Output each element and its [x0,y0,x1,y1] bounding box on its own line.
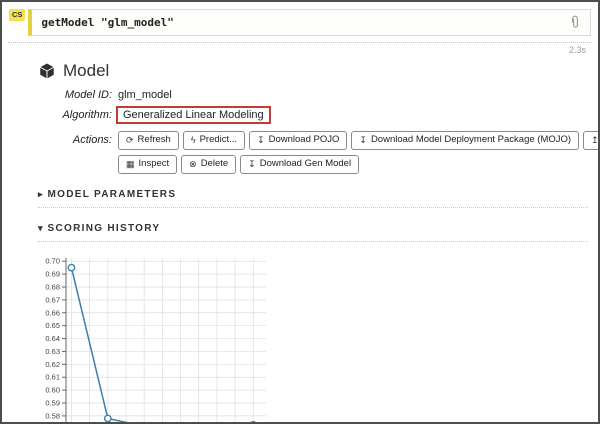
algorithm-label: Algorithm: [62,109,112,121]
svg-text:0.65: 0.65 [45,321,60,330]
svg-text:0.69: 0.69 [45,269,60,278]
svg-text:0.70: 0.70 [45,256,60,265]
download-icon: ↧ [248,159,256,170]
code-input[interactable]: getModel "glm_model" [41,16,569,29]
scoring-history-heading: SCORING HISTORY [47,222,161,234]
download-icon: ↧ [257,135,265,146]
svg-text:0.61: 0.61 [45,372,60,381]
svg-text:0.62: 0.62 [45,359,60,368]
model-output: Model Model ID: glm_model Algorithm: Gen… [38,61,598,422]
algorithm-field: Algorithm: Generalized Linear Modeling [38,106,588,124]
model-header: Model [38,61,588,81]
model-id-value: glm_model [118,89,172,101]
exec-time: 2.3s [568,45,586,55]
algorithm-highlight-box: Generalized Linear Modeling [116,106,271,124]
download-mojo-button[interactable]: ↧ Download Model Deployment Package (MOJ… [351,131,580,150]
svg-text:0.60: 0.60 [45,385,60,394]
section-model-parameters[interactable]: ▸ MODEL PARAMETERS [38,189,588,208]
scoring-history-chart: 0.570.580.590.600.610.620.630.640.650.66… [45,256,266,422]
model-title: Model [63,61,110,80]
cell-input-box[interactable]: getModel "glm_model" [28,9,591,36]
inspect-icon: ▦ [126,159,135,170]
actions-row-2: ▦ Inspect ⊗ Delete ↧ Download Gen Model [118,154,588,174]
download-pojo-label: Download POJO [268,134,340,145]
bolt-icon: ϟ [190,135,196,146]
actions-row-1: Actions: ⟳ Refresh ϟ Predict... ↧ Downlo… [38,131,598,150]
scoring-history-chart-area: 0.570.580.590.600.610.620.630.640.650.66… [32,250,588,422]
svg-text:0.58: 0.58 [45,411,60,420]
predict-button[interactable]: ϟ Predict... [182,131,246,150]
inspect-button[interactable]: ▦ Inspect [118,154,178,174]
model-parameters-heading: MODEL PARAMETERS [47,188,177,200]
expanded-arrow-icon: ▾ [38,222,43,233]
refresh-icon: ⟳ [126,135,134,146]
code-cell: CS getModel "glm_model" [9,9,591,36]
download-gen-model-label: Download Gen Model [259,157,352,169]
refresh-button[interactable]: ⟳ Refresh [118,131,179,150]
collapsed-arrow-icon: ▸ [38,188,43,199]
svg-text:0.67: 0.67 [45,295,60,304]
delete-icon: ⊗ [189,159,197,170]
download-pojo-button[interactable]: ↧ Download POJO [249,131,348,150]
svg-text:0.68: 0.68 [45,282,60,291]
actions-label: Actions: [72,134,112,147]
svg-text:0.63: 0.63 [45,347,60,356]
export-button[interactable]: ↥ Export [583,131,599,150]
flow-window: CS getModel "glm_model" 2.3s Model Model… [0,0,600,424]
export-icon: ↥ [591,135,599,146]
delete-button[interactable]: ⊗ Delete [181,154,237,174]
cube-icon [38,62,56,80]
svg-text:0.66: 0.66 [45,308,60,317]
cell-separator [8,42,592,43]
refresh-label: Refresh [137,134,171,145]
model-id-field: Model ID: glm_model [38,89,588,101]
download-mojo-label: Download Model Deployment Package (MOJO) [370,134,572,145]
paperclip-icon[interactable] [569,15,581,30]
download-icon: ↧ [359,135,367,146]
inspect-label: Inspect [138,157,170,169]
svg-text:0.59: 0.59 [45,398,60,407]
delete-label: Delete [200,157,229,169]
model-id-label: Model ID: [64,89,112,101]
section-scoring-history[interactable]: ▾ SCORING HISTORY [38,223,588,242]
cell-type-badge: CS [9,9,26,21]
predict-label: Predict... [199,134,238,145]
svg-text:0.64: 0.64 [45,334,60,343]
algorithm-value: Generalized Linear Modeling [123,109,264,121]
download-gen-model-button[interactable]: ↧ Download Gen Model [240,154,360,174]
